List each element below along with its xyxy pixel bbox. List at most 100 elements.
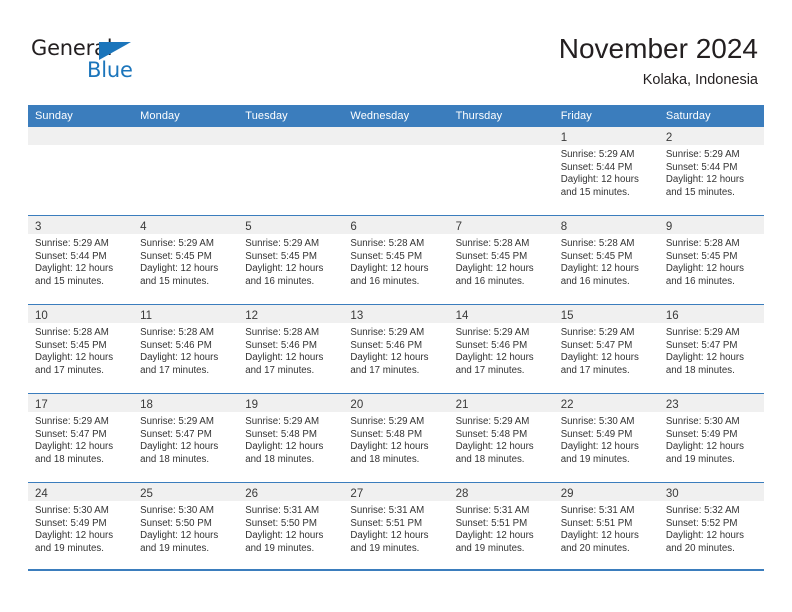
- day-number-band: 18: [133, 394, 239, 412]
- day-detail-line: Sunrise: 5:31 AM: [560, 505, 635, 516]
- calendar-day-cell[interactable]: 21 Sunrise: 5:29 AM Sunset: 5:48 PM Dayligh…: [448, 393, 554, 483]
- day-detail-line: Daylight: 12 hours: [245, 352, 324, 364]
- day-detail-line: Sunrise: 5:30 AM: [665, 416, 740, 427]
- calendar-day-cell[interactable]: 13 Sunrise: 5:29 AM Sunset: 5:46 PM Dayligh…: [343, 304, 449, 394]
- day-detail-line: Sunset: 5:47 PM: [35, 428, 107, 440]
- day-cell-inner: 29 Sunrise: 5:31 AM Sunset: 5:51 PM Dayligh…: [553, 483, 659, 571]
- day-number: 7: [455, 221, 462, 233]
- day-detail-lines: [343, 145, 448, 149]
- day-number: 4: [140, 221, 147, 233]
- day-cell-inner: 22 Sunrise: 5:30 AM Sunset: 5:49 PM Dayligh…: [553, 394, 659, 482]
- day-detail-line: Sunset: 5:51 PM: [455, 517, 528, 529]
- calendar-day-cell[interactable]: 29 Sunrise: 5:31 AM Sunset: 5:51 PM Dayligh…: [553, 482, 659, 571]
- day-number: 8: [560, 221, 568, 233]
- calendar-day-cell[interactable]: 25 Sunrise: 5:30 AM Sunset: 5:50 PM Dayligh…: [133, 482, 239, 571]
- day-detail-line: Daylight: 12 hours: [140, 263, 219, 275]
- day-number: 13: [350, 310, 364, 322]
- calendar-day-cell[interactable]: 6 Sunrise: 5:28 AM Sunset: 5:45 PM Daylight…: [343, 215, 449, 305]
- day-detail-line: and 18 minutes.: [350, 453, 420, 465]
- day-detail-line: Sunrise: 5:31 AM: [245, 505, 320, 516]
- day-detail-line: Daylight: 12 hours: [665, 263, 744, 275]
- day-detail-lines: Sunrise: 5:29 AM Sunset: 5:47 PM Daylight:…: [554, 323, 659, 377]
- day-number: 1: [560, 132, 568, 144]
- day-cell-inner: 27 Sunrise: 5:31 AM Sunset: 5:51 PM Dayligh…: [343, 483, 449, 571]
- calendar-day-cell[interactable]: 8 Sunrise: 5:28 AM Sunset: 5:45 PM Daylight…: [553, 215, 659, 305]
- calendar-day-cell[interactable]: 22 Sunrise: 5:30 AM Sunset: 5:49 PM Dayligh…: [553, 393, 659, 483]
- day-detail-line: Sunrise: 5:28 AM: [455, 238, 530, 249]
- calendar-day-cell[interactable]: 12 Sunrise: 5:28 AM Sunset: 5:46 PM Dayligh…: [238, 304, 344, 394]
- calendar-week-row: 3 Sunrise: 5:29 AM Sunset: 5:44 PM Daylight…: [28, 215, 764, 305]
- calendar-day-cell[interactable]: 20 Sunrise: 5:29 AM Sunset: 5:48 PM Dayligh…: [343, 393, 449, 483]
- calendar-day-cell[interactable]: 14 Sunrise: 5:29 AM Sunset: 5:46 PM Dayligh…: [448, 304, 554, 394]
- calendar-day-cell[interactable]: 10 Sunrise: 5:28 AM Sunset: 5:45 PM Dayligh…: [28, 304, 134, 394]
- calendar-body: 1 Sunrise: 5:29 AM Sunset: 5:44 PM Daylight…: [28, 127, 764, 571]
- day-detail-lines: Sunrise: 5:29 AM Sunset: 5:44 PM Daylight:…: [554, 145, 659, 199]
- day-detail-line: Sunrise: 5:29 AM: [560, 327, 635, 338]
- day-detail-line: and 15 minutes.: [560, 186, 630, 198]
- calendar-day-cell[interactable]: 16 Sunrise: 5:29 AM Sunset: 5:47 PM Dayligh…: [658, 304, 764, 394]
- day-detail-line: Sunset: 5:44 PM: [665, 161, 738, 173]
- day-cell-inner: 15 Sunrise: 5:29 AM Sunset: 5:47 PM Dayligh…: [553, 305, 659, 393]
- calendar-day-cell[interactable]: 7 Sunrise: 5:28 AM Sunset: 5:45 PM Daylight…: [448, 215, 554, 305]
- day-detail-line: Sunset: 5:47 PM: [665, 339, 738, 351]
- calendar-day-cell[interactable]: 23 Sunrise: 5:30 AM Sunset: 5:49 PM Dayligh…: [658, 393, 764, 483]
- day-detail-lines: [28, 145, 133, 149]
- page-subtitle: Kolaka, Indonesia: [642, 72, 758, 88]
- day-detail-line: and 16 minutes.: [350, 275, 420, 287]
- calendar-week-row: 17 Sunrise: 5:29 AM Sunset: 5:47 PM Dayligh…: [28, 393, 764, 483]
- calendar-day-cell[interactable]: 24 Sunrise: 5:30 AM Sunset: 5:49 PM Dayligh…: [28, 482, 134, 571]
- calendar-grid: Sunday Monday Tuesday Wednesday Thursday Frid…: [28, 105, 764, 571]
- general-blue-logo[interactable]: General Blue: [31, 36, 151, 84]
- day-detail-lines: Sunrise: 5:29 AM Sunset: 5:46 PM Daylight:…: [343, 323, 448, 377]
- weekday-header-saturday: Saturday: [658, 105, 764, 127]
- day-detail-line: Daylight: 12 hours: [455, 441, 534, 453]
- day-detail-lines: Sunrise: 5:31 AM Sunset: 5:51 PM Daylight:…: [343, 501, 448, 555]
- calendar-day-cell[interactable]: 1 Sunrise: 5:29 AM Sunset: 5:44 PM Daylight…: [553, 127, 659, 216]
- day-number-band: 12: [238, 305, 344, 323]
- day-cell-inner: 25 Sunrise: 5:30 AM Sunset: 5:50 PM Dayligh…: [133, 483, 239, 571]
- day-number-band: 23: [658, 394, 764, 412]
- calendar-empty-cell: [133, 127, 239, 216]
- day-number-band: 4: [133, 216, 239, 234]
- day-detail-lines: [449, 145, 554, 149]
- day-detail-lines: Sunrise: 5:30 AM Sunset: 5:49 PM Daylight:…: [659, 412, 764, 466]
- day-cell-inner: [448, 127, 554, 215]
- day-number-band: 13: [343, 305, 449, 323]
- day-detail-line: and 15 minutes.: [665, 186, 735, 198]
- calendar-day-cell[interactable]: 30 Sunrise: 5:32 AM Sunset: 5:52 PM Dayligh…: [658, 482, 764, 571]
- day-detail-line: Sunrise: 5:30 AM: [35, 505, 109, 516]
- calendar-day-cell[interactable]: 28 Sunrise: 5:31 AM Sunset: 5:51 PM Dayligh…: [448, 482, 554, 571]
- calendar-day-cell[interactable]: 19 Sunrise: 5:29 AM Sunset: 5:48 PM Dayligh…: [238, 393, 344, 483]
- day-detail-line: Daylight: 12 hours: [665, 441, 744, 453]
- day-number: 17: [35, 399, 48, 411]
- day-detail-line: Daylight: 12 hours: [560, 263, 639, 275]
- calendar-day-cell[interactable]: 27 Sunrise: 5:31 AM Sunset: 5:51 PM Dayligh…: [343, 482, 449, 571]
- day-cell-inner: 24 Sunrise: 5:30 AM Sunset: 5:49 PM Dayligh…: [28, 483, 134, 571]
- day-number-band: 5: [238, 216, 344, 234]
- day-number: 3: [35, 221, 42, 233]
- title-block: November 2024 Kolaka, Indonesia: [559, 32, 758, 90]
- calendar-day-cell[interactable]: 2 Sunrise: 5:29 AM Sunset: 5:44 PM Daylight…: [658, 127, 764, 216]
- calendar-day-cell[interactable]: 3 Sunrise: 5:29 AM Sunset: 5:44 PM Daylight…: [28, 215, 134, 305]
- calendar-week-row: 24 Sunrise: 5:30 AM Sunset: 5:49 PM Dayligh…: [28, 482, 764, 571]
- calendar-day-cell[interactable]: 26 Sunrise: 5:31 AM Sunset: 5:50 PM Dayligh…: [238, 482, 344, 571]
- day-detail-lines: Sunrise: 5:31 AM Sunset: 5:51 PM Daylight:…: [554, 501, 659, 555]
- calendar-day-cell[interactable]: 15 Sunrise: 5:29 AM Sunset: 5:47 PM Dayligh…: [553, 304, 659, 394]
- calendar-day-cell[interactable]: 11 Sunrise: 5:28 AM Sunset: 5:46 PM Dayligh…: [133, 304, 239, 394]
- day-detail-line: Sunrise: 5:29 AM: [35, 416, 109, 427]
- day-number-band: [238, 127, 344, 145]
- calendar-day-cell[interactable]: 5 Sunrise: 5:29 AM Sunset: 5:45 PM Daylight…: [238, 215, 344, 305]
- calendar-day-cell[interactable]: 4 Sunrise: 5:29 AM Sunset: 5:45 PM Daylight…: [133, 215, 239, 305]
- calendar-day-cell[interactable]: 18 Sunrise: 5:29 AM Sunset: 5:47 PM Dayligh…: [133, 393, 239, 483]
- day-number-band: 26: [238, 483, 344, 501]
- calendar-day-cell[interactable]: 17 Sunrise: 5:29 AM Sunset: 5:47 PM Dayligh…: [28, 393, 134, 483]
- day-detail-line: Sunrise: 5:29 AM: [245, 238, 320, 249]
- day-number-band: [133, 127, 239, 145]
- weekday-header-wednesday: Wednesday: [343, 105, 449, 127]
- calendar-day-cell[interactable]: 9 Sunrise: 5:28 AM Sunset: 5:45 PM Daylight…: [658, 215, 764, 305]
- day-detail-line: and 19 minutes.: [35, 542, 104, 554]
- day-cell-inner: 1 Sunrise: 5:29 AM Sunset: 5:44 PM Daylight…: [553, 127, 659, 215]
- day-detail-lines: Sunrise: 5:29 AM Sunset: 5:45 PM Daylight:…: [238, 234, 343, 288]
- day-detail-lines: Sunrise: 5:29 AM Sunset: 5:46 PM Daylight:…: [449, 323, 554, 377]
- day-detail-lines: Sunrise: 5:30 AM Sunset: 5:50 PM Daylight:…: [133, 501, 238, 555]
